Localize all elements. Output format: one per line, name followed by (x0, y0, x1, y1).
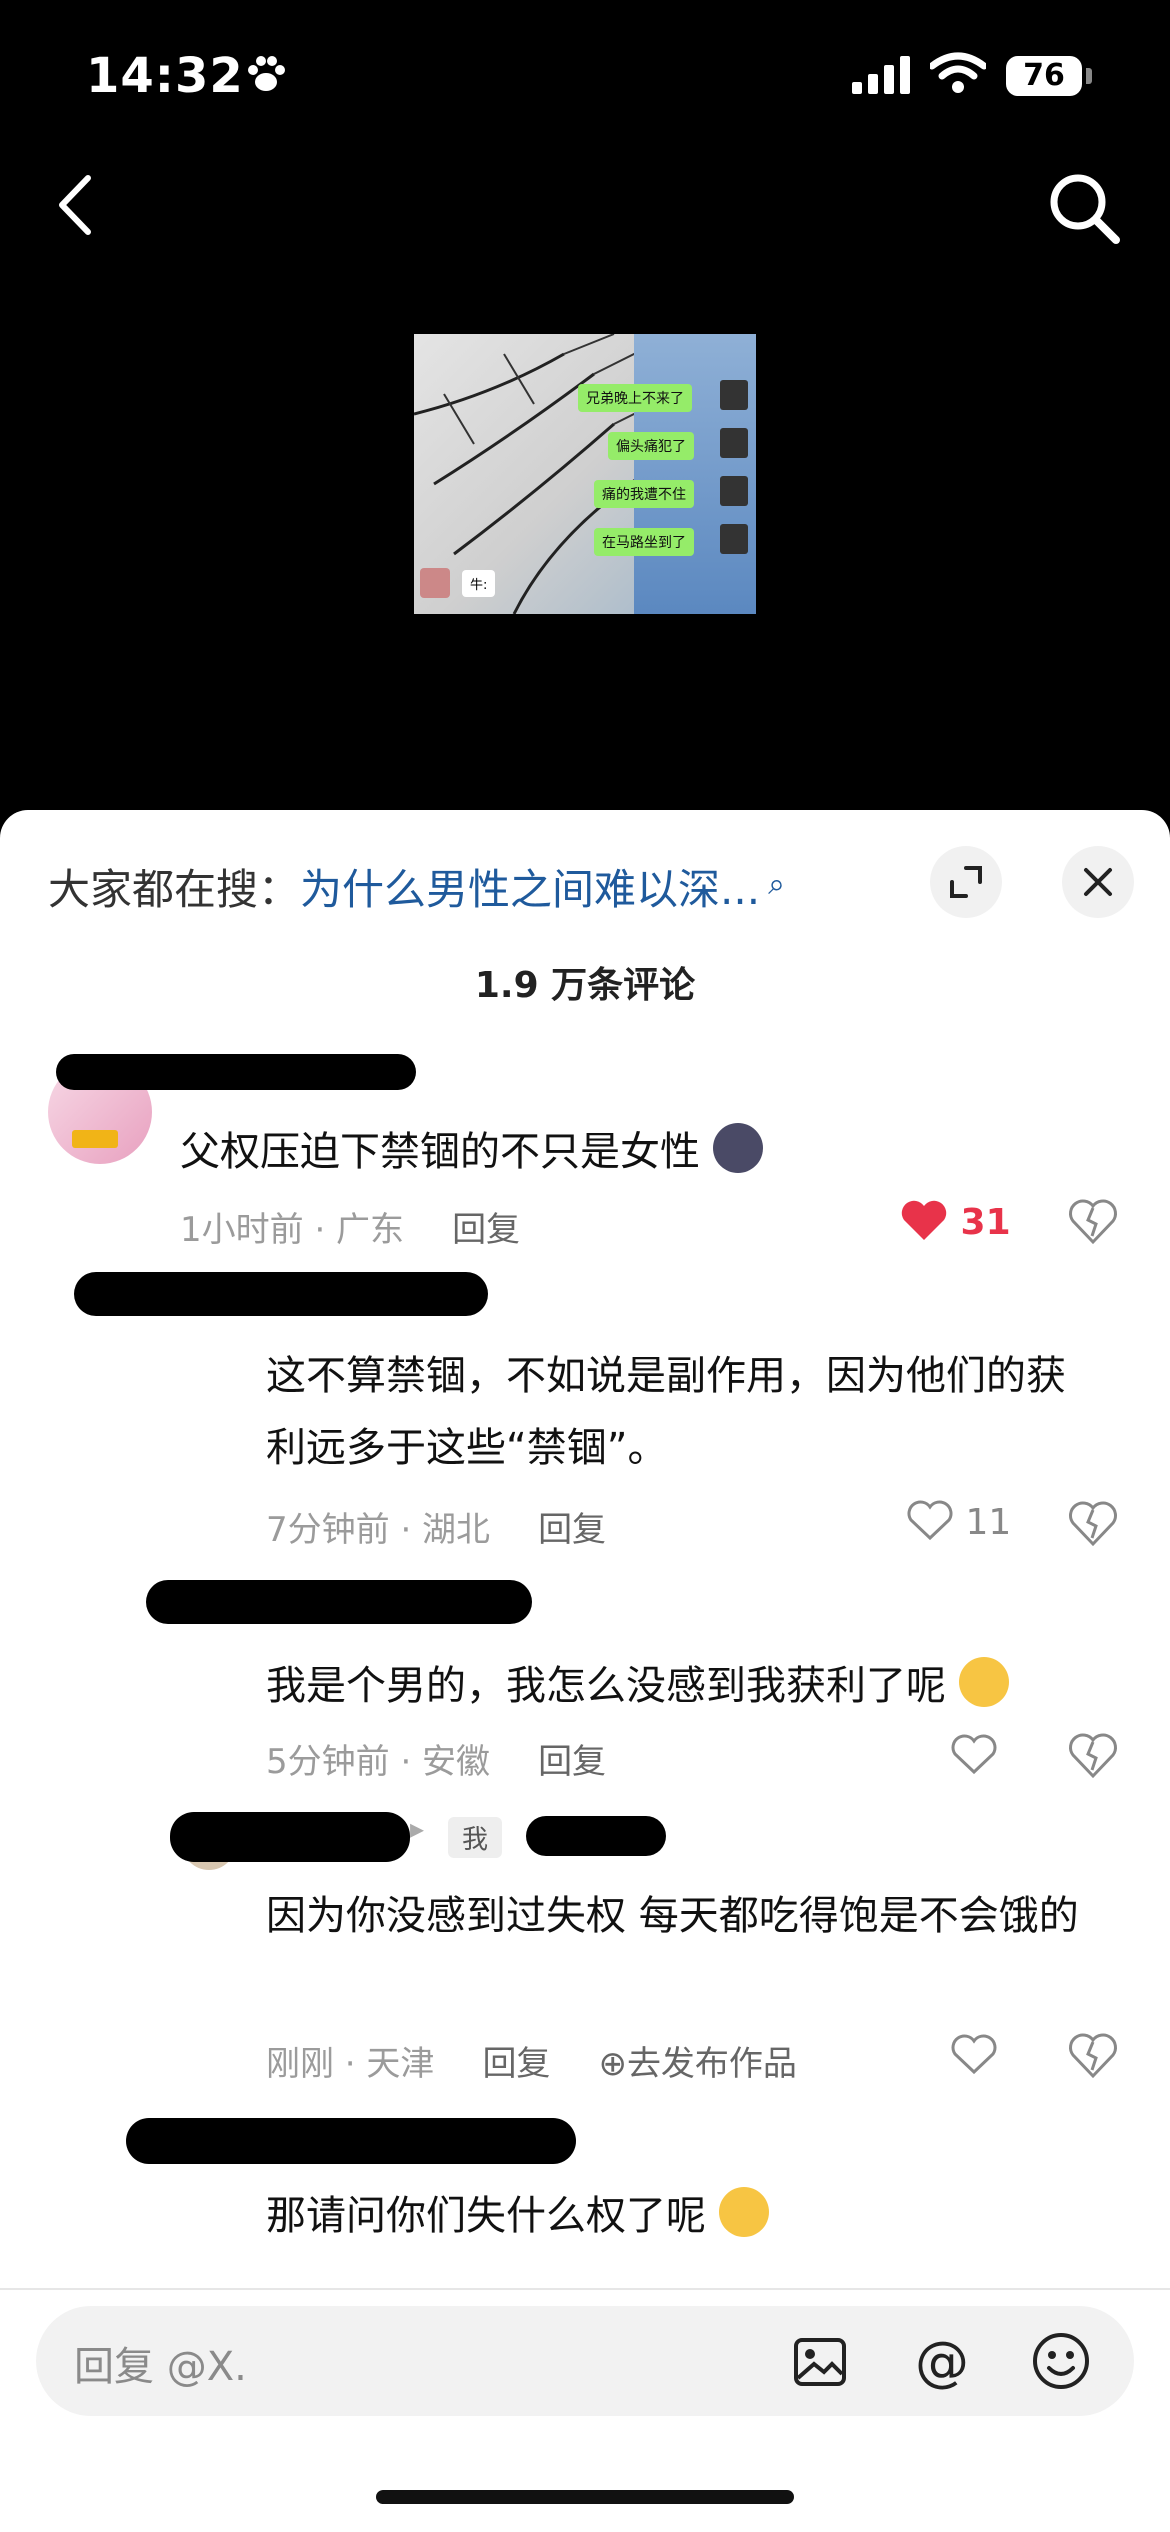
avatar-badge (72, 1130, 118, 1148)
like-button[interactable]: 31 (900, 1198, 1011, 1243)
wifi-icon (930, 52, 986, 93)
cellular-signal-icon (852, 56, 910, 94)
reply-button[interactable]: 回复 (538, 1742, 606, 1782)
like-count: 31 (960, 1202, 1011, 1243)
comment-time-location: 1小时前 · 广东 (180, 1210, 405, 1250)
heart-outline-icon[interactable] (950, 1732, 998, 1776)
reply-input-placeholder: 回复 @X. (74, 2344, 247, 2390)
dislike-broken-heart-icon[interactable] (1068, 1730, 1118, 1780)
dislike-broken-heart-icon[interactable] (1068, 1196, 1118, 1246)
dislike-broken-heart-icon[interactable] (1068, 1498, 1118, 1548)
redacted-username (74, 1272, 488, 1316)
comment-text: 那请问你们失什么权了呢 (266, 2180, 1126, 2252)
chat-bubble: 在马路坐到了 (594, 528, 694, 556)
comment-time-location: 刚刚 · 天津 (266, 2044, 435, 2084)
back-arrow-icon[interactable] (46, 170, 106, 240)
comment-count: 1.9 万条评论 (474, 965, 696, 1006)
laughing-emoji-icon (718, 2187, 769, 2237)
trending-search-prefix: 大家都在搜： (48, 865, 301, 914)
status-bar: 14:32 76 (0, 0, 1170, 150)
redacted-username (526, 1816, 666, 1856)
battery-indicator: 76 (1006, 56, 1082, 96)
publish-work-button[interactable]: ⊕去发布作品 (598, 2044, 797, 2084)
small-search-icon: ⌕ (768, 867, 785, 902)
like-button[interactable]: 11 (906, 1498, 1011, 1543)
chat-avatar (720, 524, 748, 554)
chat-bubble: 兄弟晚上不来了 (578, 384, 692, 412)
redacted-username (146, 1580, 532, 1624)
expand-button[interactable] (930, 846, 1002, 918)
comment-text-body: 我是个男的，我怎么没感到我获利了呢 (266, 1663, 946, 1709)
battery-cap (1086, 68, 1092, 84)
heart-outline-icon (907, 1500, 953, 1541)
laughing-emoji-icon (958, 1657, 1009, 1707)
emoji-icon[interactable] (1030, 2330, 1092, 2392)
like-count: 11 (965, 1502, 1012, 1543)
comment-meta: 1小时前 · 广东 回复 (180, 1202, 520, 1251)
reply-button[interactable]: 回复 (538, 1510, 606, 1550)
expand-icon (950, 866, 982, 898)
trending-search[interactable]: 大家都在搜：为什么男性之间难以深... ⌕ (48, 856, 785, 917)
chat-avatar-left (420, 568, 450, 598)
close-button[interactable] (1062, 846, 1134, 918)
close-icon (1084, 868, 1112, 896)
reply-button[interactable]: 回复 (482, 2044, 550, 2084)
status-time: 14:32 (86, 48, 244, 104)
comment-text-body: 那请问你们失什么权了呢 (266, 2193, 706, 2239)
trending-search-query[interactable]: 为什么男性之间难以深... (300, 865, 760, 914)
redacted-username (126, 2118, 576, 2164)
heart-filled-icon (901, 1200, 947, 1240)
redacted-username (170, 1812, 410, 1862)
sky-area (634, 334, 756, 614)
chat-avatar (720, 380, 748, 410)
chat-bubble: 偏头痛犯了 (608, 432, 694, 460)
me-tag: 我 (448, 1817, 503, 1858)
video-thumbnail[interactable]: 兄弟晚上不来了 偏头痛犯了 痛的我遭不住 在马路坐到了 牛: (414, 334, 756, 614)
comment-time-location: 7分钟前 · 湖北 (266, 1510, 491, 1550)
input-divider (0, 2288, 1170, 2290)
comment-text: 这不算禁锢，不如说是副作用，因为他们的获利远多于这些“禁锢”。 (266, 1353, 1066, 1471)
comment-meta: 7分钟前 · 湖北 回复 (266, 1502, 606, 1551)
comment-text: 因为你没感到过失权 每天都吃得饱是不会饿的 (266, 1893, 1079, 1939)
reply-to-caret-icon: ▸ (410, 1812, 425, 1845)
comments-sheet: 大家都在搜：为什么男性之间难以深... ⌕ 1.9 万条评论 父权压迫下禁锢的不只… (0, 810, 1170, 2532)
publish-work-label: 去发布作品 (626, 2044, 797, 2084)
chat-avatar (720, 428, 748, 458)
chat-bubble-left: 牛: (462, 570, 496, 597)
comment-text: 父权压迫下禁锢的不只是女性 (180, 1116, 1130, 1188)
chat-avatar (720, 476, 748, 506)
comment-time-location: 5分钟前 · 安徽 (266, 1742, 491, 1782)
reply-button[interactable]: 回复 (452, 1210, 520, 1250)
svg-text:@: @ (915, 2334, 969, 2393)
paw-icon (248, 56, 285, 91)
comment-text-body: 父权压迫下禁锢的不只是女性 (180, 1129, 700, 1175)
mention-at-icon[interactable]: @ (912, 2334, 972, 2394)
chat-bubble: 痛的我遭不住 (594, 480, 694, 508)
image-icon[interactable] (792, 2334, 848, 2390)
redacted-username (56, 1054, 416, 1090)
reply-input[interactable]: 回复 @X. @ (36, 2306, 1134, 2416)
heart-outline-icon[interactable] (950, 2032, 998, 2076)
home-indicator[interactable] (376, 2490, 794, 2504)
comment-meta: 刚刚 · 天津 回复 ⊕去发布作品 (266, 2036, 797, 2085)
dislike-broken-heart-icon[interactable] (1068, 2030, 1118, 2080)
moon-emoji-icon (712, 1123, 763, 1173)
comment-meta: 5分钟前 · 安徽 回复 (266, 1734, 606, 1783)
search-icon[interactable] (1044, 168, 1124, 248)
comment-text: 我是个男的，我怎么没感到我获利了呢 (266, 1650, 1146, 1722)
